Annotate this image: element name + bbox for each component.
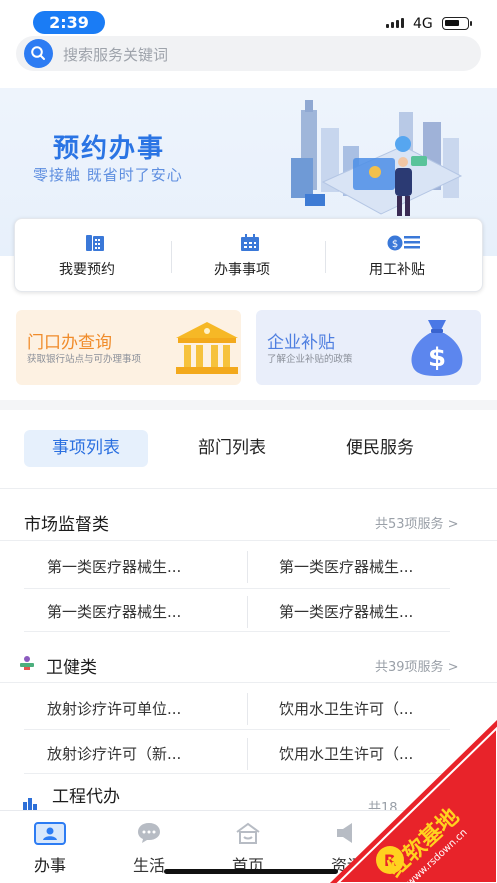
promo-card-bank-query[interactable]: 门口办查询 获取银行站点与可办理事项 [16,310,241,385]
promo-title: 门口办查询 [27,333,112,353]
bank-icon [174,320,240,380]
city-illustration-icon [283,98,473,224]
quick-action-appointment[interactable]: 我要预约 [55,219,135,293]
service-item[interactable]: 第一类医疗器械生... [279,556,413,577]
promo-title: 企业补贴 [267,333,335,353]
tab-department-list[interactable]: 部门列表 [172,430,292,467]
divider [24,588,450,589]
money-bag-icon: $ [408,316,466,382]
tab-convenience-services[interactable]: 便民服务 [320,430,440,467]
search-icon[interactable] [24,39,53,68]
divider [325,241,326,273]
search-bar[interactable]: 搜索服务关键词 [16,36,481,71]
service-item[interactable]: 饮用水卫生许可（... [279,698,413,719]
service-item[interactable]: 放射诊疗许可（新... [47,743,181,764]
section-title-market-supervision: 市场监督类 [24,515,109,535]
service-item[interactable]: 第一类医疗器械生... [279,601,413,622]
divider [0,682,497,683]
health-category-icon [18,655,36,675]
tabbar-item-life[interactable]: 生活 [119,821,179,876]
promo-card-enterprise-subsidy[interactable]: 企业补贴 了解企业补贴的政策 $ [256,310,481,385]
watermark-logo: R 红软基地 www.rsdown.cn [330,720,497,883]
divider [0,540,497,541]
quick-actions-card: 我要预约 办事事项 $ 用工补贴 [14,218,483,292]
signal-icon [386,18,404,28]
promo-subtitle: 了解企业补贴的政策 [267,354,353,365]
section-separator [0,400,497,410]
banner-title: 预约办事 [53,134,166,164]
network-type: 4G [413,16,433,32]
service-item[interactable]: 第一类医疗器械生... [47,556,181,577]
quick-action-subsidy[interactable]: $ 用工补贴 [365,219,445,293]
section-count-link[interactable]: 共39项服务 > [375,656,459,675]
quick-action-label: 用工补贴 [369,262,425,278]
tabbar-item-affairs[interactable]: 办事 [20,821,80,876]
divider [24,631,450,632]
calendar-icon [240,234,260,256]
status-bar: 2:39 4G [0,0,497,36]
divider [0,488,497,489]
svg-text:$: $ [392,239,398,250]
chat-icon [119,821,179,845]
divider [247,551,248,583]
id-card-icon [20,821,80,845]
home-icon [218,821,278,845]
money-list-icon: $ [387,234,421,256]
divider [247,693,248,725]
divider [247,738,248,770]
quick-action-label: 我要预约 [59,262,115,278]
tabbar-item-home[interactable]: 首页 [218,821,278,876]
section-title-engineering: 工程代办 [52,787,120,807]
tab-item-list[interactable]: 事项列表 [24,430,148,467]
home-indicator [164,869,338,874]
promo-subtitle: 获取银行站点与可办理事项 [27,354,142,365]
service-item[interactable]: 放射诊疗许可单位... [47,698,181,719]
status-time: 2:39 [33,11,105,34]
section-count-link[interactable]: 共53项服务 > [375,513,459,532]
divider [247,596,248,628]
section-title-health: 卫健类 [46,658,97,678]
tabbar-label: 办事 [33,856,66,875]
quick-action-label: 办事事项 [214,262,270,278]
service-item[interactable]: 第一类医疗器械生... [47,601,181,622]
quick-action-matters[interactable]: 办事事项 [210,219,290,293]
divider [171,241,172,273]
banner-subtitle: 零接触 既省时了安心 [33,166,183,184]
battery-icon [442,17,472,30]
phone-book-icon [85,234,105,256]
search-input[interactable]: 搜索服务关键词 [63,44,168,65]
svg-text:$: $ [428,343,446,373]
